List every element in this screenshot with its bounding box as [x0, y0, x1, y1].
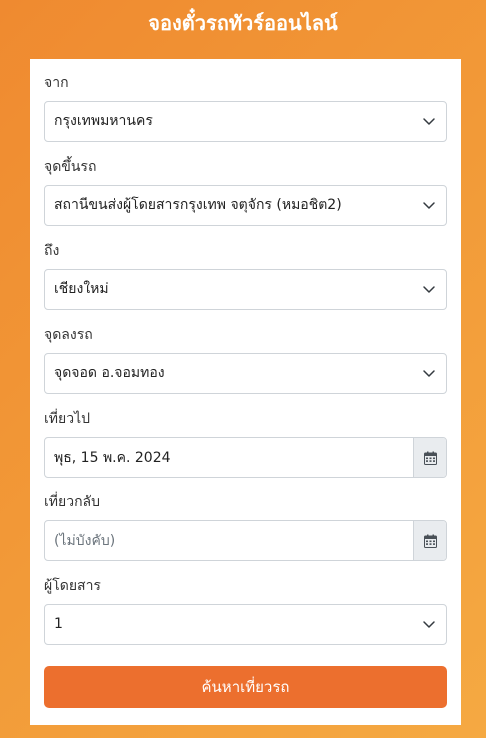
- return-date-group: [44, 520, 447, 561]
- return-date-label: เที่ยวกลับ: [44, 494, 101, 510]
- passengers-select-value: 1: [54, 616, 63, 632]
- return-date-picker-button[interactable]: [413, 521, 446, 560]
- chevron-down-icon: [423, 370, 435, 377]
- calendar-icon: [423, 451, 437, 465]
- pickup-select[interactable]: สถานีขนส่งผู้โดยสารกรุงเทพ จตุจักร (หมอช…: [44, 185, 447, 226]
- origin-select[interactable]: กรุงเทพมหานคร: [44, 101, 447, 142]
- passengers-select[interactable]: 1: [44, 604, 447, 645]
- pickup-label: จุดขึ้นรถ: [44, 159, 97, 175]
- dropoff-label: จุดลงรถ: [44, 327, 93, 343]
- destination-label: ถึง: [44, 243, 60, 259]
- chevron-down-icon: [423, 202, 435, 209]
- chevron-down-icon: [423, 621, 435, 628]
- search-trips-button[interactable]: ค้นหาเที่ยวรถ: [44, 666, 447, 708]
- depart-date-picker-button[interactable]: [413, 438, 446, 477]
- dropoff-select-value: จุดจอด อ.จอมทอง: [54, 365, 165, 381]
- origin-label: จาก: [44, 75, 69, 91]
- depart-date-input[interactable]: [45, 438, 415, 477]
- page-title: จองตั๋วรถทัวร์ออนไลน์: [148, 11, 338, 35]
- calendar-icon: [423, 534, 437, 548]
- pickup-select-value: สถานีขนส่งผู้โดยสารกรุงเทพ จตุจักร (หมอช…: [54, 197, 342, 213]
- booking-form: จาก กรุงเทพมหานคร จุดขึ้นรถ สถานีขนส่งผู…: [30, 59, 461, 725]
- destination-select[interactable]: เชียงใหม่: [44, 269, 447, 310]
- depart-date-label: เที่ยวไป: [44, 411, 91, 427]
- depart-date-group: [44, 437, 447, 478]
- chevron-down-icon: [423, 286, 435, 293]
- chevron-down-icon: [423, 118, 435, 125]
- dropoff-select[interactable]: จุดจอด อ.จอมทอง: [44, 353, 447, 394]
- passengers-label: ผู้โดยสาร: [44, 578, 101, 594]
- origin-select-value: กรุงเทพมหานคร: [54, 113, 153, 129]
- destination-select-value: เชียงใหม่: [54, 281, 109, 297]
- return-date-input[interactable]: [45, 521, 415, 560]
